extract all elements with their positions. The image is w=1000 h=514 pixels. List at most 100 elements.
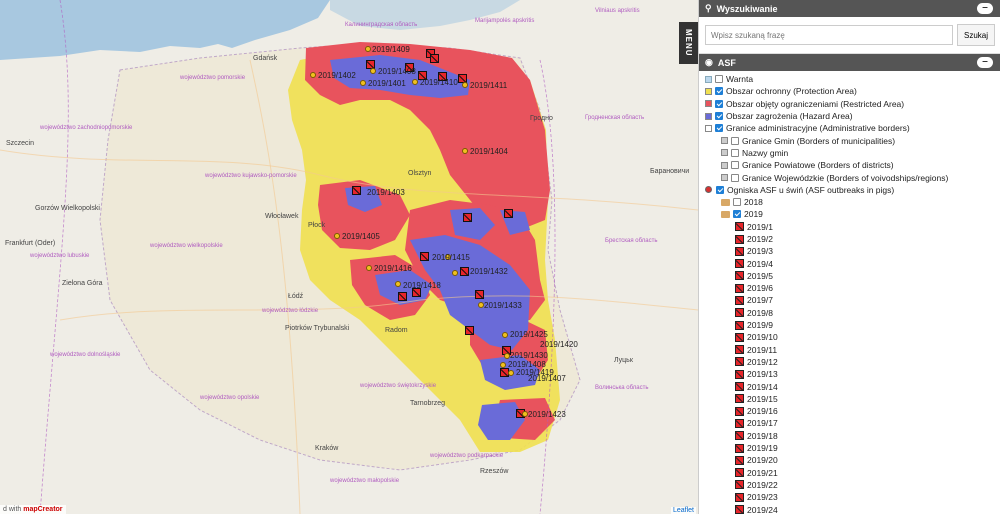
layer-row[interactable]: Nazwy gmin — [699, 147, 1000, 159]
outbreak-marker[interactable] — [475, 290, 484, 299]
search-section-header[interactable]: ⚲ Wyszukiwanie – — [699, 0, 1000, 17]
outbreak-label: 2019/1409 — [372, 45, 410, 54]
pig-outbreak-icon — [735, 418, 744, 428]
outbreak-marker[interactable] — [504, 209, 513, 218]
outbreak-point[interactable] — [462, 82, 468, 88]
folder-open-icon — [721, 210, 730, 218]
layer-checkbox[interactable] — [716, 185, 724, 194]
outbreak-list-item[interactable]: 2019/17 — [699, 417, 1000, 429]
folder-row[interactable]: 2019 — [699, 208, 1000, 220]
layer-checkbox[interactable] — [731, 136, 739, 145]
outbreak-list-item[interactable]: 2019/1 — [699, 221, 1000, 233]
outbreak-list-item[interactable]: 2019/15 — [699, 393, 1000, 405]
layer-row[interactable]: Ogniska ASF u świń (ASF outbreaks in pig… — [699, 184, 1000, 196]
outbreak-list-item[interactable]: 2019/10 — [699, 331, 1000, 343]
pig-outbreak-icon — [735, 505, 744, 514]
layer-checkbox[interactable] — [731, 173, 739, 182]
region-label: Гродненская область — [585, 115, 645, 121]
layer-row[interactable]: Obszar zagrożenia (Hazard Area) — [699, 110, 1000, 122]
outbreak-list-item[interactable]: 2019/16 — [699, 405, 1000, 417]
outbreak-point[interactable] — [412, 79, 418, 85]
outbreak-dot-icon — [705, 186, 712, 194]
layer-row[interactable]: Obszar objęty ograniczeniami (Restricted… — [699, 98, 1000, 110]
layer-checkbox[interactable] — [715, 124, 723, 133]
leaflet-attribution[interactable]: Leaflet — [670, 507, 696, 514]
outbreak-point[interactable] — [370, 68, 376, 74]
layer-checkbox[interactable] — [731, 161, 739, 170]
outbreak-list-item[interactable]: 2019/13 — [699, 368, 1000, 380]
outbreak-label: 2019/1416 — [374, 264, 412, 273]
outbreak-list-item[interactable]: 2019/9 — [699, 319, 1000, 331]
layer-checkbox[interactable] — [733, 210, 741, 219]
outbreak-point[interactable] — [395, 281, 401, 287]
layer-checkbox[interactable] — [733, 198, 741, 207]
outbreak-marker[interactable] — [398, 292, 407, 301]
outbreak-list-item[interactable]: 2019/4 — [699, 257, 1000, 269]
collapse-asf-button[interactable]: – — [977, 57, 993, 68]
outbreak-list-item[interactable]: 2019/20 — [699, 454, 1000, 466]
layer-checkbox[interactable] — [715, 87, 723, 96]
outbreak-marker[interactable] — [465, 326, 474, 335]
outbreak-marker[interactable] — [352, 186, 361, 195]
layer-row[interactable]: Granice administracyjne (Administrative … — [699, 122, 1000, 134]
outbreak-point[interactable] — [508, 370, 514, 376]
outbreak-list-item[interactable]: 2019/21 — [699, 467, 1000, 479]
outbreak-list-item[interactable]: 2019/5 — [699, 270, 1000, 282]
layer-row[interactable]: Obszar ochronny (Protection Area) — [699, 85, 1000, 97]
outbreak-list-item[interactable]: 2019/11 — [699, 344, 1000, 356]
voivodeship-label: Калининградская область — [345, 22, 418, 28]
outbreak-list-item[interactable]: 2019/3 — [699, 245, 1000, 257]
outbreak-point[interactable] — [365, 46, 371, 52]
city-label: Tarnobrzeg — [410, 400, 446, 407]
outbreak-list-item[interactable]: 2019/12 — [699, 356, 1000, 368]
outbreak-point[interactable] — [452, 270, 458, 276]
layer-row[interactable]: Granice Powiatowe (Borders of districts) — [699, 159, 1000, 171]
outbreak-point[interactable] — [366, 265, 372, 271]
outbreak-label: 2019/1408 — [378, 67, 416, 76]
outbreak-item-label: 2019/19 — [747, 443, 778, 454]
map-view[interactable]: Gdańsk Szczecin Olsztyn Гродно Łódź Rado… — [0, 0, 698, 514]
layer-checkbox[interactable] — [715, 112, 723, 121]
asf-section-header[interactable]: ◉ ASF – — [699, 54, 1000, 71]
outbreak-marker[interactable] — [420, 252, 429, 261]
outbreak-list-item[interactable]: 2019/8 — [699, 307, 1000, 319]
layer-checkbox[interactable] — [715, 99, 723, 108]
outbreak-point[interactable] — [310, 72, 316, 78]
menu-toggle-tab[interactable]: MENU — [679, 22, 698, 64]
outbreak-list-item[interactable]: 2019/18 — [699, 430, 1000, 442]
layer-row[interactable]: Granice Gmin (Borders of municipalities) — [699, 134, 1000, 146]
outbreak-list-item[interactable]: 2019/19 — [699, 442, 1000, 454]
pig-outbreak-icon — [735, 394, 744, 404]
outbreak-point[interactable] — [462, 148, 468, 154]
outbreak-list-item[interactable]: 2019/6 — [699, 282, 1000, 294]
outbreak-point[interactable] — [334, 233, 340, 239]
outbreak-point[interactable] — [360, 80, 366, 86]
outbreak-list-item[interactable]: 2019/24 — [699, 503, 1000, 514]
outbreak-list-item[interactable]: 2019/23 — [699, 491, 1000, 503]
outbreak-item-label: 2019/4 — [747, 258, 773, 269]
layer-row[interactable]: Warnta — [699, 73, 1000, 85]
folder-row[interactable]: 2018 — [699, 196, 1000, 208]
outbreak-marker[interactable] — [463, 213, 472, 222]
layer-checkbox[interactable] — [715, 75, 723, 84]
layer-row[interactable]: Granice Wojewódzkie (Borders of voivodsh… — [699, 171, 1000, 183]
credit-brand[interactable]: mapCreator — [23, 506, 62, 513]
outbreak-list-item[interactable]: 2019/7 — [699, 294, 1000, 306]
outbreak-list-item[interactable]: 2019/2 — [699, 233, 1000, 245]
outbreak-marker[interactable] — [430, 54, 439, 63]
outbreak-list-item[interactable]: 2019/22 — [699, 479, 1000, 491]
outbreak-point[interactable] — [500, 362, 506, 368]
hazard-swatch-icon — [705, 112, 712, 120]
search-button[interactable]: Szukaj — [956, 24, 995, 46]
outbreak-item-label: 2019/14 — [747, 381, 778, 392]
outbreak-point[interactable] — [502, 332, 508, 338]
collapse-search-button[interactable]: – — [977, 3, 993, 14]
search-input[interactable] — [705, 25, 953, 45]
layer-checkbox[interactable] — [731, 148, 739, 157]
outbreak-item-label: 2019/6 — [747, 283, 773, 294]
outbreak-list-item[interactable]: 2019/14 — [699, 380, 1000, 392]
layer-tree: Warnta Obszar ochronny (Protection Area)… — [699, 71, 1000, 514]
city-label: Kraków — [315, 445, 339, 452]
outbreak-label: 2019/1423 — [528, 410, 566, 419]
outbreak-marker[interactable] — [460, 267, 469, 276]
